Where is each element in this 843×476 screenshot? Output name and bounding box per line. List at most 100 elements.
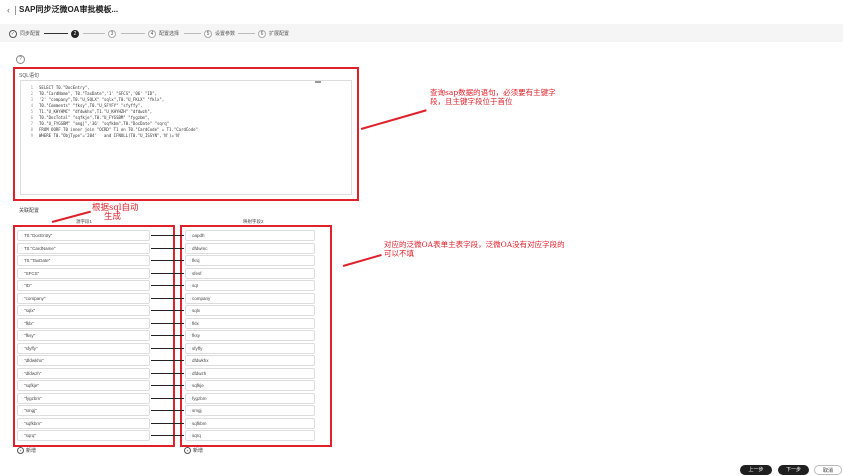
drag-handle-icon[interactable]: ⋮ <box>20 294 24 303</box>
target-field-row[interactable]: ⋮ fygzbm <box>185 392 315 404</box>
next-step-button[interactable]: 下一步 <box>778 465 809 475</box>
sql-editor[interactable]: 1 SELECT T0."DocEntry", 2 T0."CardName", T0… <box>20 80 352 195</box>
drag-handle-icon[interactable]: ⋮ <box>188 269 192 278</box>
drag-handle-icon[interactable]: ⋮ <box>188 369 192 378</box>
source-field-label: "company" <box>24 295 46 301</box>
drag-handle-icon[interactable]: ⋮ <box>20 231 24 240</box>
target-field-row[interactable]: ⋮ sqfkbm <box>185 417 315 429</box>
target-field-row[interactable]: ⋮ fklx <box>185 317 315 329</box>
back-arrow-icon[interactable]: ‹ <box>7 6 10 15</box>
drag-handle-icon[interactable]: ⋮ <box>20 431 24 440</box>
add-source-button[interactable]: + 新增 <box>17 447 36 454</box>
target-field-row[interactable]: ⋮ sqrq <box>185 430 315 441</box>
step-2[interactable]: 2 <box>71 28 82 39</box>
page-header <box>0 0 843 22</box>
source-field-label: "sqfkbm" <box>24 420 42 426</box>
source-field-row[interactable]: ⋮ "sqlx" <box>17 305 150 316</box>
drag-handle-icon[interactable]: ⋮ <box>20 269 24 278</box>
target-field-row[interactable]: ⋮ dfdwkhx <box>185 355 315 366</box>
drag-handle-icon[interactable]: ⋮ <box>20 319 24 328</box>
drag-handle-icon[interactable]: ⋮ <box>188 281 192 290</box>
source-field-row[interactable]: ⋮ "fklx" <box>17 317 150 329</box>
source-field-row[interactable]: ⋮ "sqfkje" <box>17 380 150 391</box>
source-field-row[interactable]: ⋮ T0."TaxDate" <box>17 255 150 266</box>
step-3[interactable]: 3 <box>108 28 119 39</box>
target-field-row[interactable]: ⋮ sfesf <box>185 267 315 279</box>
source-field-row[interactable]: ⋮ "company" <box>17 292 150 304</box>
drag-handle-icon[interactable]: ⋮ <box>20 394 24 403</box>
prev-step-button[interactable]: 上一步 <box>740 465 772 475</box>
step-4[interactable]: 4 配置选择 <box>148 28 179 39</box>
drag-handle-icon[interactable]: ⋮ <box>20 406 24 415</box>
drag-handle-icon[interactable]: ⋮ <box>188 344 192 353</box>
source-field-label: T0."CardName" <box>24 245 56 251</box>
code-line: 5 T1."U_KHYHMC" "dfdwkhx",T1."U_KHYHZH" "… <box>21 109 153 114</box>
target-field-row[interactable]: ⋮ sqr <box>185 280 315 291</box>
source-field-row[interactable]: ⋮ "sqfkbm" <box>17 417 150 429</box>
target-field-row[interactable]: ⋮ sqfkje <box>185 380 315 391</box>
drag-handle-icon[interactable]: ⋮ <box>188 356 192 365</box>
plus-icon: + <box>17 447 24 454</box>
drag-handle-icon[interactable]: ⋮ <box>188 381 192 390</box>
target-field-row[interactable]: ⋮ smgj <box>185 405 315 416</box>
drag-handle-icon[interactable]: ⋮ <box>20 256 24 265</box>
source-field-row[interactable]: ⋮ "smgj" <box>17 405 150 416</box>
mapping-connector-line <box>151 347 184 349</box>
source-field-row[interactable]: ⋮ "fksy" <box>17 330 150 341</box>
drag-handle-icon[interactable]: ⋮ <box>188 331 192 340</box>
source-field-row[interactable]: ⋮ "sfyffy" <box>17 342 150 354</box>
drag-handle-icon[interactable]: ⋮ <box>188 394 192 403</box>
step-6[interactable]: 6 扩展配置 <box>258 28 289 39</box>
drag-handle-icon[interactable]: ⋮ <box>20 381 24 390</box>
sql-annotation: 查询sap数据的语句，必须要有主键字段，且主键字段位于首位 <box>430 88 556 106</box>
drag-handle-icon[interactable]: ⋮ <box>188 231 192 240</box>
target-field-label: oapdh <box>192 233 205 238</box>
drag-handle-icon[interactable]: ⋮ <box>188 306 192 315</box>
line-number: 2 <box>30 91 33 96</box>
mapping-connector-line <box>151 322 184 324</box>
target-field-row[interactable]: ⋮ dfdwzh <box>185 367 315 379</box>
help-icon[interactable]: ? <box>16 55 25 64</box>
drag-handle-icon[interactable]: ⋮ <box>188 244 192 253</box>
editor-resize-handle[interactable] <box>315 81 321 83</box>
source-field-row[interactable]: ⋮ "dfdwzh" <box>17 367 150 379</box>
drag-handle-icon[interactable]: ⋮ <box>188 419 192 428</box>
drag-handle-icon[interactable]: ⋮ <box>20 344 24 353</box>
target-field-row[interactable]: ⋮ sfyffy <box>185 342 315 354</box>
drag-handle-icon[interactable]: ⋮ <box>20 244 24 253</box>
cancel-button[interactable]: 取消 <box>814 465 842 475</box>
target-field-row[interactable]: ⋮ oapdh <box>185 230 315 241</box>
source-field-row[interactable]: ⋮ "fygzbm" <box>17 392 150 404</box>
drag-handle-icon[interactable]: ⋮ <box>20 331 24 340</box>
target-field-row[interactable]: ⋮ sqlx <box>185 305 315 316</box>
step-5[interactable]: 5 设置参数 <box>204 28 235 39</box>
drag-handle-icon[interactable]: ⋮ <box>20 306 24 315</box>
drag-handle-icon[interactable]: ⋮ <box>188 406 192 415</box>
target-field-row[interactable]: ⋮ company <box>185 292 315 304</box>
source-field-row[interactable]: ⋮ T0."CardName" <box>17 242 150 254</box>
drag-handle-icon[interactable]: ⋮ <box>188 431 192 440</box>
code-line: 6 T0."DocTotal" "sqfkje",T0."U_FYGSBM" "f… <box>21 115 150 120</box>
drag-handle-icon[interactable]: ⋮ <box>20 369 24 378</box>
target-field-row[interactable]: ⋮ fksy <box>185 330 315 341</box>
source-field-row[interactable]: ⋮ "sqrq" <box>17 430 150 441</box>
source-field-row[interactable]: ⋮ "ID" <box>17 280 150 291</box>
target-field-row[interactable]: ⋮ fkrq <box>185 255 315 266</box>
drag-handle-icon[interactable]: ⋮ <box>20 419 24 428</box>
add-target-button[interactable]: + 新增 <box>184 447 203 454</box>
drag-handle-icon[interactable]: ⋮ <box>188 319 192 328</box>
source-field-row[interactable]: ⋮ T0."DocEntry" <box>17 230 150 241</box>
drag-handle-icon[interactable]: ⋮ <box>20 356 24 365</box>
step-1[interactable]: ✓ 同步配置 <box>9 28 40 39</box>
source-field-row[interactable]: ⋮ "dfdwkhx" <box>17 355 150 366</box>
drag-handle-icon[interactable]: ⋮ <box>188 294 192 303</box>
drag-handle-icon[interactable]: ⋮ <box>188 256 192 265</box>
source-field-label: "dfdwzh" <box>24 370 42 376</box>
line-number: 6 <box>30 115 33 120</box>
mapping-connector-line <box>151 310 184 311</box>
source-field-row[interactable]: ⋮ "SFCS" <box>17 267 150 279</box>
mapping-connector-line <box>151 247 184 249</box>
source-field-label: T0."DocEntry" <box>24 233 53 238</box>
drag-handle-icon[interactable]: ⋮ <box>20 281 24 290</box>
target-field-row[interactable]: ⋮ dfdwmc <box>185 242 315 254</box>
